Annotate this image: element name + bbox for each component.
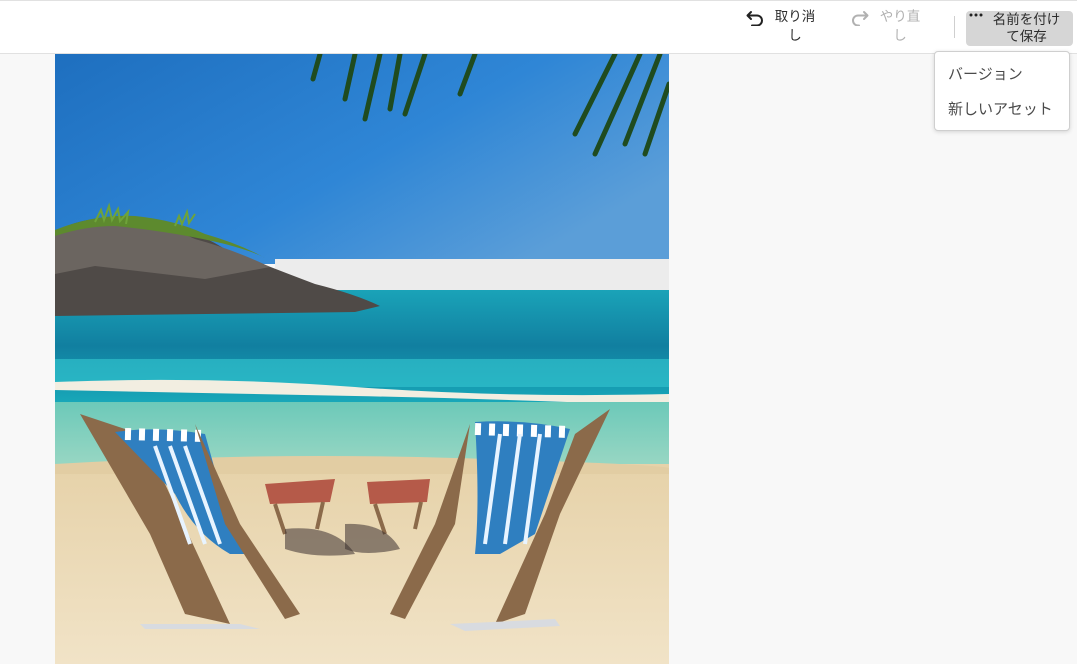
- undo-button[interactable]: 取り消 し: [745, 8, 819, 46]
- beach-image: [55, 54, 669, 664]
- undo-icon: [745, 8, 765, 28]
- save-as-button[interactable]: 名前を付け て保存: [966, 11, 1073, 46]
- undo-label: 取り消 し: [774, 9, 816, 44]
- menu-item-new-asset[interactable]: 新しいアセット: [935, 97, 1069, 132]
- top-toolbar: 取り消 し やり直 し 名前を付け て保存: [0, 0, 1077, 54]
- toolbar-divider: [954, 16, 955, 38]
- redo-icon: [850, 8, 870, 28]
- save-as-label: 名前を付け て保存: [992, 11, 1061, 45]
- redo-label: やり直 し: [879, 9, 921, 44]
- image-canvas: [55, 54, 669, 664]
- redo-button[interactable]: やり直 し: [850, 8, 924, 46]
- more-dots-icon: [968, 13, 984, 30]
- menu-item-version[interactable]: バージョン: [935, 62, 1069, 97]
- save-as-dropdown-menu: バージョン 新しいアセット: [934, 51, 1070, 131]
